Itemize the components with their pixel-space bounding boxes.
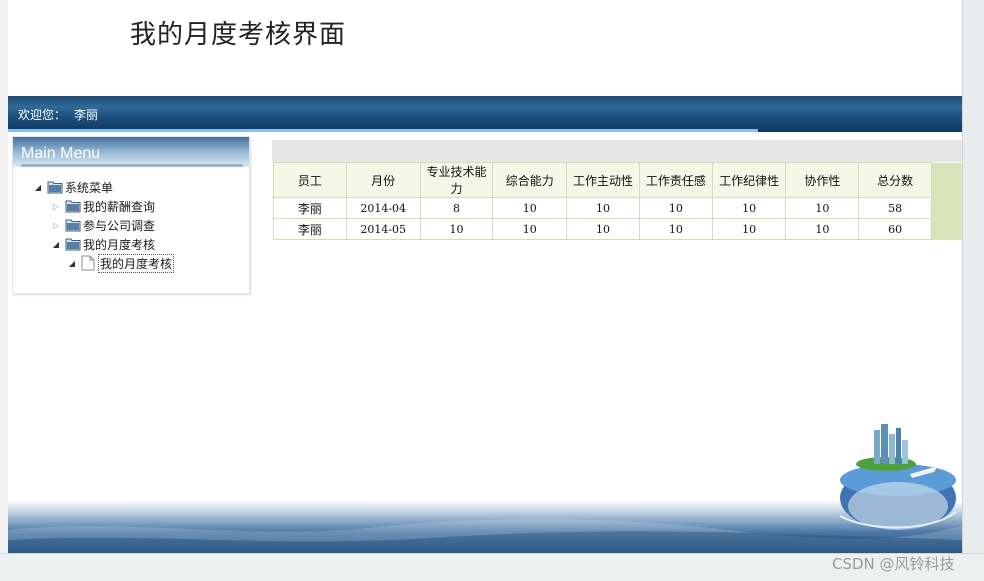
expanded-triangle-icon: ◢ (68, 258, 76, 268)
expanded-triangle-icon[interactable]: ◢ (33, 183, 43, 192)
column-header: 工作纪律性 (711, 162, 787, 198)
welcome-label: 欢迎您： (18, 108, 67, 122)
tree-label-selected[interactable]: 我的月度考核 (98, 253, 175, 273)
table-cell: 10 (785, 197, 860, 219)
table-cell: 10 (492, 197, 568, 219)
table-row: 李丽 2014-04 8 10 10 10 10 10 58 (273, 197, 962, 219)
table-cell: 10 (419, 218, 494, 240)
column-header: 员工 (273, 162, 347, 198)
table-cell: 8 (419, 197, 494, 219)
table-cell: 2014-04 (345, 197, 421, 219)
column-header: 总分数 (858, 162, 933, 198)
table-cell: 10 (711, 218, 787, 240)
main-menu-panel: Main Menu ◢ 系统菜单 ▷ 我的薪酬查询 ▷ 参与公司调查 ◢ 我的月… (12, 136, 250, 294)
table-cell: 58 (858, 197, 933, 219)
right-gutter (962, 0, 984, 581)
table-cell: 10 (566, 218, 640, 240)
column-header: 工作责任感 (638, 162, 713, 198)
table-cell: 李丽 (273, 197, 347, 219)
tree-node-system-menu[interactable]: ◢ 系统菜单 (33, 178, 113, 196)
table-cell: 10 (785, 218, 860, 240)
table-side-pad (931, 218, 962, 240)
table-header-row: 员工 月份 专业技术能力 综合能力 工作主动性 工作责任感 工作纪律性 协作性 … (273, 162, 962, 198)
collapsed-triangle-icon[interactable]: ▷ (51, 202, 61, 211)
tree-label[interactable]: 我的月度考核 (83, 236, 155, 253)
watermark-text: CSDN @风铃科技 (832, 555, 955, 573)
menu-title: Main Menu (21, 145, 101, 162)
table-cell: 10 (711, 197, 787, 219)
file-icon (81, 255, 95, 271)
folder-icon (65, 199, 81, 213)
table-cell: 10 (492, 218, 568, 240)
tree-label[interactable]: 参与公司调查 (83, 217, 155, 234)
globe-city-graphic (839, 424, 957, 530)
page-title: 我的月度考核界面 (130, 20, 347, 50)
table-side-pad (931, 197, 962, 219)
folder-icon (65, 218, 81, 232)
column-header: 综合能力 (492, 162, 568, 198)
welcome-text: 欢迎您： 李丽 (18, 106, 106, 123)
welcome-bar-underline (8, 129, 758, 132)
table-cell: 10 (566, 197, 640, 219)
tree-label[interactable]: 我的薪酬查询 (83, 198, 155, 215)
table-row: 李丽 2014-05 10 10 10 10 10 10 60 (273, 218, 962, 240)
welcome-bar: 欢迎您： 李丽 (8, 96, 962, 132)
expanded-triangle-icon[interactable]: ◢ (51, 240, 61, 249)
tree-node-company-survey[interactable]: ▷ 参与公司调查 (51, 216, 155, 234)
content-header-bar (272, 140, 962, 162)
menu-header-divider (21, 164, 243, 167)
column-header: 专业技术能力 (419, 162, 494, 198)
tree-node-monthly-review[interactable]: ◢ 我的月度考核 (51, 235, 155, 253)
welcome-user: 李丽 (74, 108, 99, 122)
column-header: 工作主动性 (566, 162, 640, 198)
table-cell: 10 (638, 197, 713, 219)
collapsed-triangle-icon[interactable]: ▷ (51, 221, 61, 230)
app-frame: 我的月度考核界面 欢迎您： 李丽 Main Menu ◢ 系统菜单 ▷ 我的薪酬查… (8, 0, 962, 553)
table-side-pad (931, 162, 962, 198)
tree-node-monthly-review-page[interactable]: ◢ 我的月度考核 (67, 253, 175, 273)
tree-label[interactable]: 系统菜单 (65, 179, 113, 196)
review-table: 员工 月份 专业技术能力 综合能力 工作主动性 工作责任感 工作纪律性 协作性 … (273, 162, 962, 240)
tree-node-salary-query[interactable]: ▷ 我的薪酬查询 (51, 197, 155, 215)
menu-header: Main Menu (13, 137, 249, 167)
table-cell: 10 (638, 218, 713, 240)
table-cell: 李丽 (273, 218, 347, 240)
folder-icon (65, 237, 81, 251)
column-header: 协作性 (785, 162, 860, 198)
folder-icon (47, 180, 63, 194)
table-cell: 60 (858, 218, 933, 240)
footer-wave-graphic (8, 519, 962, 553)
table-cell: 2014-05 (345, 218, 421, 240)
column-header: 月份 (345, 162, 421, 198)
